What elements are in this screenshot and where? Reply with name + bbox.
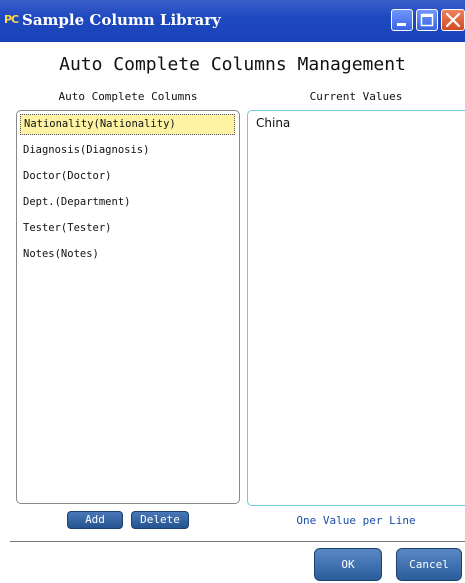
footer-divider: [10, 541, 465, 542]
dialog-window: PC Sample Column Library Auto Complete C…: [0, 0, 465, 583]
columns-label: Auto Complete Columns: [58, 90, 198, 103]
list-item[interactable]: Doctor(Doctor): [20, 166, 236, 187]
list-item[interactable]: Tester(Tester): [20, 218, 236, 239]
window-title: Sample Column Library: [22, 11, 221, 29]
cancel-button[interactable]: Cancel: [396, 548, 462, 581]
maximize-icon: [420, 13, 434, 27]
page-title: Auto Complete Columns Management: [59, 54, 406, 75]
list-item[interactable]: Diagnosis(Diagnosis): [20, 140, 236, 161]
close-icon: [445, 12, 461, 28]
add-button[interactable]: Add: [67, 511, 123, 529]
close-button[interactable]: [441, 9, 465, 31]
columns-list[interactable]: Nationality(Nationality) Diagnosis(Diagno…: [16, 110, 240, 504]
current-values-textarea[interactable]: China: [247, 110, 465, 506]
list-item[interactable]: Dept.(Department): [20, 192, 236, 213]
current-values-text: China: [256, 116, 291, 130]
maximize-button[interactable]: [416, 9, 438, 31]
one-value-per-line-hint: One Value per Line: [296, 514, 416, 527]
list-item[interactable]: Nationality(Nationality): [20, 114, 235, 135]
minimize-button[interactable]: [391, 9, 413, 31]
list-item[interactable]: Notes(Notes): [20, 244, 236, 265]
ok-button[interactable]: OK: [314, 548, 382, 581]
delete-button[interactable]: Delete: [131, 511, 189, 529]
minimize-icon: [397, 23, 406, 26]
app-icon: PC: [4, 13, 19, 26]
values-label: Current Values: [309, 90, 403, 103]
title-bar[interactable]: PC Sample Column Library: [0, 0, 465, 42]
